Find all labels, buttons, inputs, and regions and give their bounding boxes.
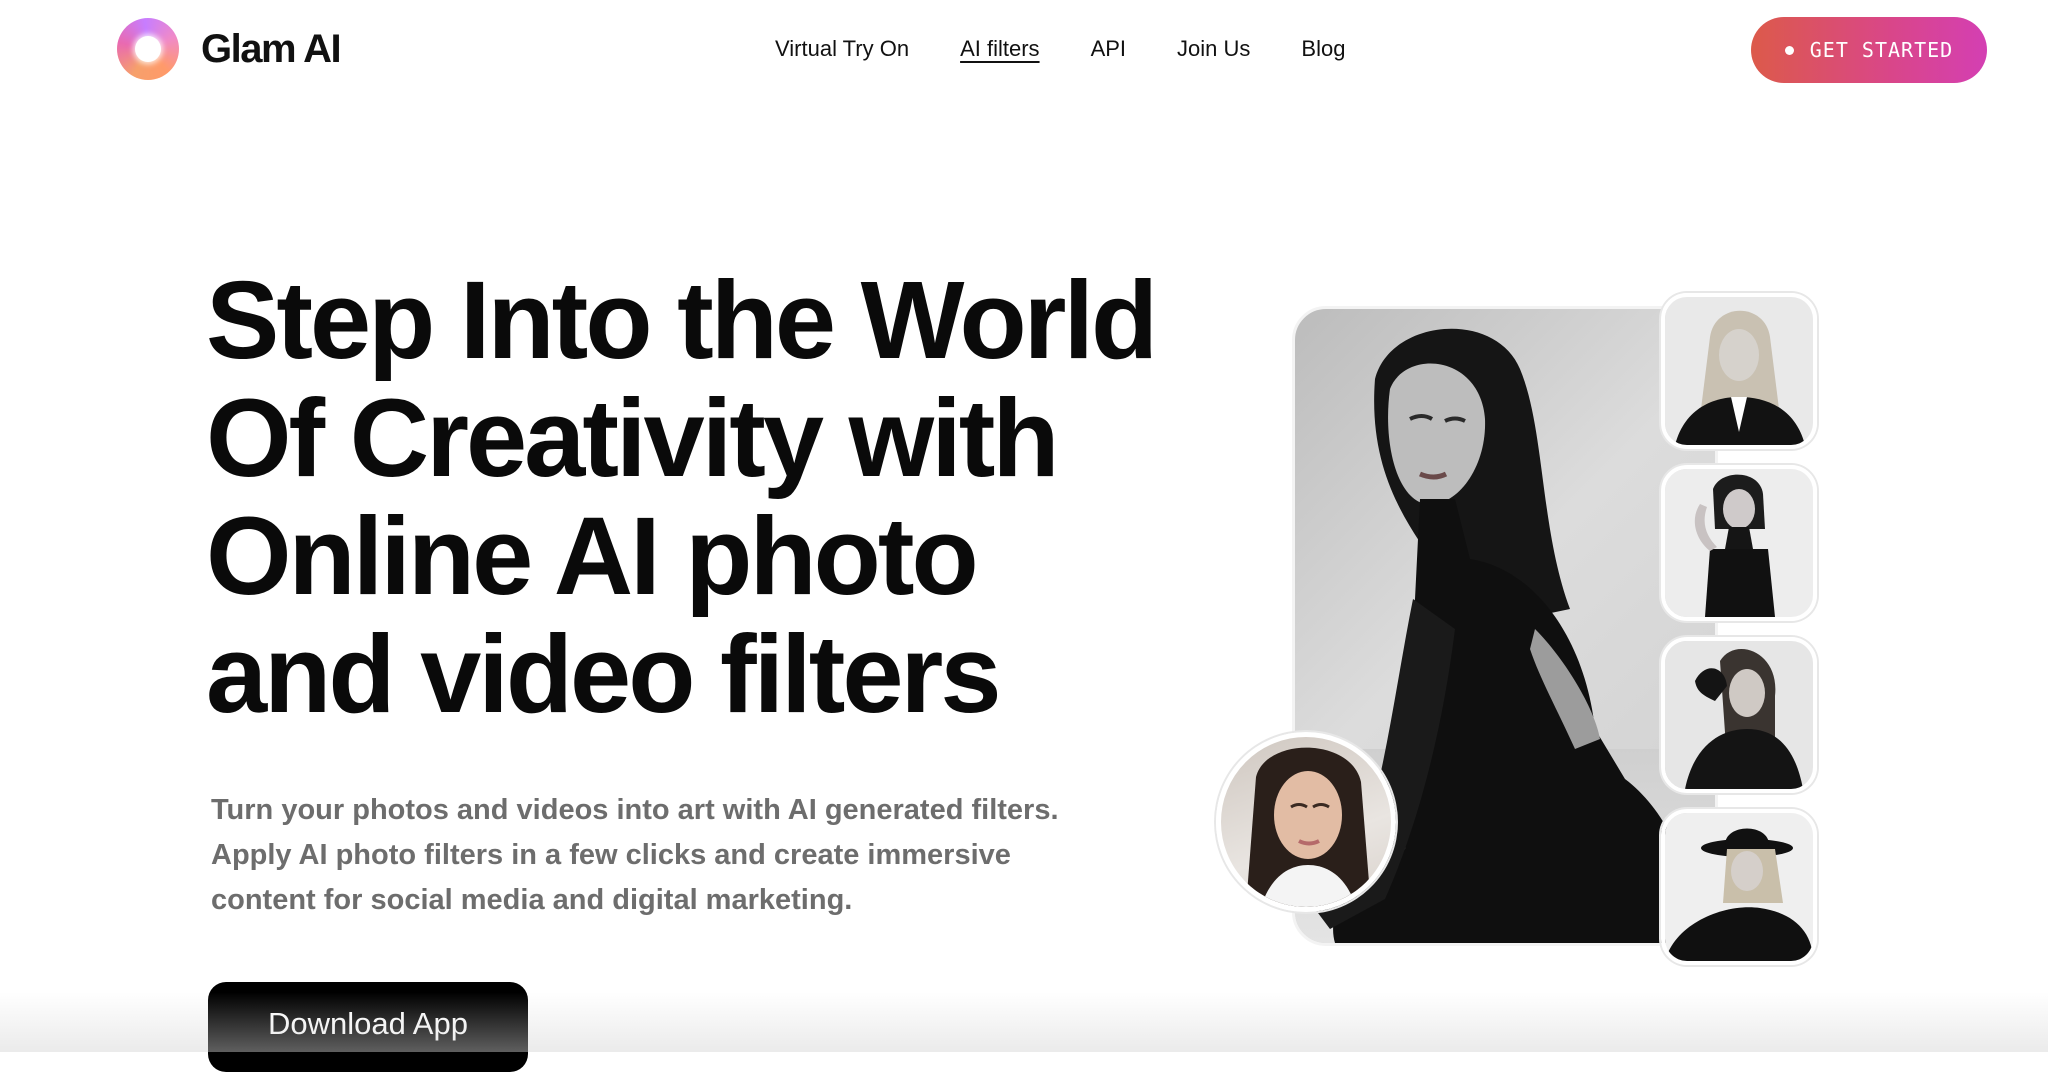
brand-name: Glam AI xyxy=(201,26,342,71)
download-app-button[interactable]: Download App xyxy=(208,982,528,1072)
nav-ai-filters[interactable]: AI filters xyxy=(960,34,1039,64)
main-nav: Virtual Try On AI filters API Join Us Bl… xyxy=(775,34,1345,64)
hero-headline: Step Into the World Of Creativity with O… xyxy=(206,259,1158,736)
glam-ai-logo-icon xyxy=(117,18,179,80)
nav-api[interactable]: API xyxy=(1091,34,1126,64)
get-started-button[interactable]: GET STARTED xyxy=(1751,17,1987,83)
filter-thumbnail[interactable] xyxy=(1661,637,1817,793)
hero-subtext: Turn your photos and videos into art wit… xyxy=(211,794,1059,916)
filter-thumbnail[interactable] xyxy=(1661,809,1817,965)
dot-icon xyxy=(1784,45,1794,55)
filter-thumbnail[interactable] xyxy=(1661,293,1817,449)
nav-join-us[interactable]: Join Us xyxy=(1177,34,1250,64)
download-app-label: Download App xyxy=(268,1006,468,1041)
brand-logo-link[interactable]: Glam AI xyxy=(117,18,342,80)
portrait-avatar xyxy=(1216,732,1396,912)
filter-thumbnail[interactable] xyxy=(1661,465,1817,621)
nav-blog[interactable]: Blog xyxy=(1301,34,1345,64)
nav-virtual-try-on[interactable]: Virtual Try On xyxy=(775,34,909,64)
get-started-label: GET STARTED xyxy=(1809,38,1954,62)
